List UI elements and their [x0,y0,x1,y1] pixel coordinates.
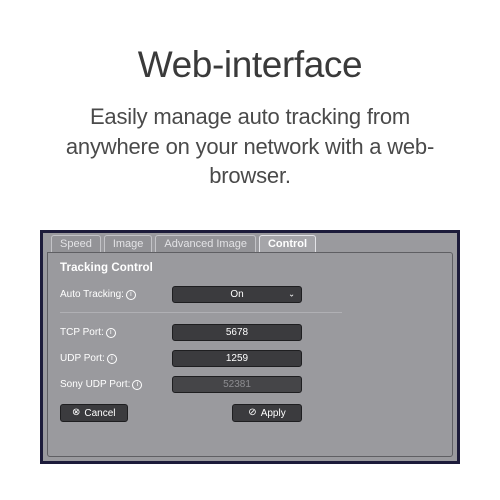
panel-heading: Tracking Control [60,262,153,274]
hero-section: Web-interface Easily manage auto trackin… [0,0,500,191]
section-divider [60,312,342,313]
page-title: Web-interface [137,44,363,85]
tab-speed[interactable]: Speed [51,235,101,252]
info-icon[interactable]: i [125,289,136,300]
info-icon[interactable]: i [132,379,143,390]
auto-tracking-label: Auto Tracking: [60,289,124,300]
tab-advanced-image-label: Advanced Image [164,238,247,250]
udp-port-input[interactable]: 1259 [172,350,302,367]
tcp-port-label-group: TCP Port: i [60,327,172,338]
tab-image[interactable]: Image [103,235,153,252]
auto-tracking-label-group: Auto Tracking: i [60,289,172,300]
tab-strip: Speed Image Advanced Image Control [43,233,457,252]
chevron-down-icon: ⌄ [288,289,295,299]
control-panel: Tracking Control Auto Tracking: i On ⌄ T… [47,252,453,457]
apply-circle-check-icon: ⊘ [248,407,257,418]
page-root: Web-interface Easily manage auto trackin… [0,0,500,500]
sony-udp-port-label: Sony UDP Port: [60,379,131,390]
info-icon[interactable]: i [106,353,117,364]
apply-button-label: Apply [260,407,286,419]
tab-advanced-image[interactable]: Advanced Image [155,235,256,252]
tcp-port-row: TCP Port: i 5678 [60,324,440,341]
apply-button[interactable]: ⊘ Apply [232,404,302,422]
page-subtitle: Easily manage auto tracking from anywher… [65,104,435,189]
cancel-button-label: Cancel [84,407,116,419]
tab-image-label: Image [112,238,144,250]
sony-udp-port-label-group: Sony UDP Port: i [60,379,172,390]
auto-tracking-row: Auto Tracking: i On ⌄ [60,286,440,303]
tcp-port-label: TCP Port: [60,327,104,338]
udp-port-label: UDP Port: [60,353,105,364]
panel-button-row: ⊗ Cancel ⊘ Apply [60,404,302,422]
cancel-circle-x-icon: ⊗ [72,407,81,418]
tab-control[interactable]: Control [258,235,317,252]
tab-control-label: Control [267,238,308,250]
cancel-button[interactable]: ⊗ Cancel [60,404,128,422]
udp-port-label-group: UDP Port: i [60,353,172,364]
auto-tracking-value: On [230,289,244,300]
sony-udp-port-row: Sony UDP Port: i 52381 [60,376,440,393]
udp-port-value: 1259 [225,353,249,364]
sony-udp-port-value: 52381 [223,379,251,390]
tcp-port-input[interactable]: 5678 [172,324,302,341]
tcp-port-value: 5678 [225,327,249,338]
auto-tracking-select[interactable]: On ⌄ [172,286,302,303]
web-interface-window: Speed Image Advanced Image Control Track… [40,230,460,464]
info-icon[interactable]: i [105,327,116,338]
udp-port-row: UDP Port: i 1259 [60,350,440,367]
sony-udp-port-input: 52381 [172,376,302,393]
tab-speed-label: Speed [60,238,92,250]
